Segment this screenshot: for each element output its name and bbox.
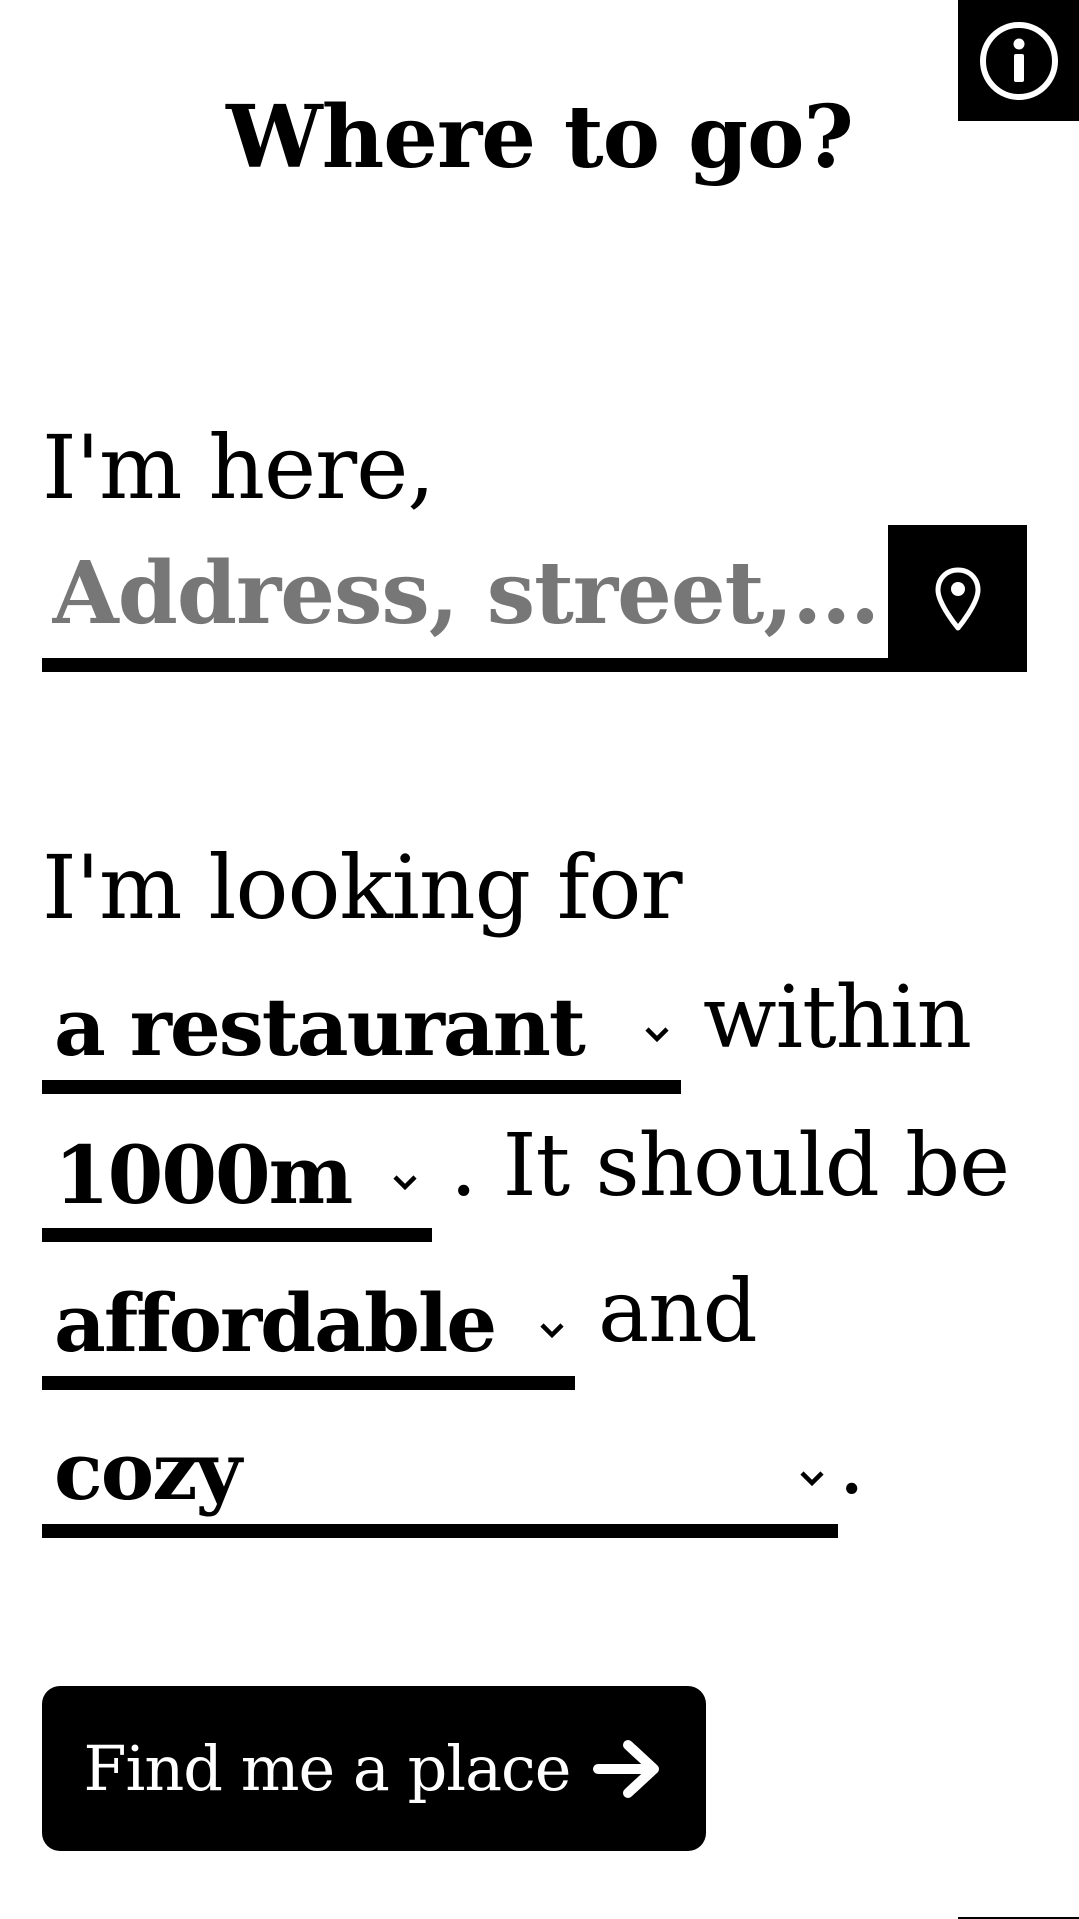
address-field <box>42 528 888 672</box>
distance-underline <box>42 1228 432 1242</box>
place-type-value: a restaurant <box>54 980 586 1074</box>
page-title: Where to go? <box>226 87 854 188</box>
chevron-down-icon <box>540 1323 564 1339</box>
price-value: affordable <box>54 1276 497 1370</box>
distance-value: 1000m <box>54 1128 353 1222</box>
should-be-text: . It should be <box>450 1116 1010 1216</box>
chevron-down-icon <box>800 1471 824 1487</box>
find-place-button[interactable]: Find me a place <box>42 1686 706 1851</box>
place-type-select[interactable]: a restaurant <box>42 974 681 1094</box>
address-underline <box>42 658 888 672</box>
distance-select[interactable]: 1000m <box>42 1122 432 1242</box>
ambience-value: cozy <box>54 1424 242 1518</box>
and-text: and <box>598 1262 758 1362</box>
address-input[interactable] <box>42 528 888 658</box>
map-pin-icon <box>935 567 980 630</box>
price-select[interactable]: affordable <box>42 1270 575 1390</box>
chevron-down-icon <box>645 1027 669 1043</box>
ambience-underline <box>42 1524 838 1538</box>
chevron-down-icon <box>393 1175 417 1191</box>
find-place-label: Find me a place <box>83 1732 572 1805</box>
locate-me-button[interactable] <box>888 525 1027 672</box>
end-period: . <box>838 1414 865 1514</box>
arrow-right-icon <box>593 1739 660 1798</box>
ambience-select[interactable]: cozy <box>42 1418 838 1538</box>
search-intro: I'm looking for <box>42 836 683 939</box>
place-type-underline <box>42 1080 681 1094</box>
price-underline <box>42 1376 575 1390</box>
within-text: within <box>703 968 972 1068</box>
location-intro: I'm here, <box>42 416 435 519</box>
